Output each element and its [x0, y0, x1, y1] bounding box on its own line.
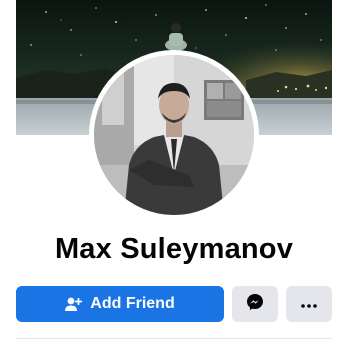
more-options-button[interactable] — [286, 286, 332, 322]
more-dots-icon — [301, 295, 317, 313]
profile-photo — [94, 55, 254, 215]
divider — [16, 338, 332, 339]
profile-header: Max Suleymanov Add Friend — [0, 0, 348, 348]
add-friend-button[interactable]: Add Friend — [16, 286, 224, 322]
avatar[interactable] — [94, 55, 254, 215]
add-friend-label: Add Friend — [90, 295, 175, 312]
messenger-icon — [246, 293, 264, 316]
messenger-button[interactable] — [232, 286, 278, 322]
profile-name: Max Suleymanov — [54, 233, 294, 265]
add-person-icon — [65, 297, 83, 312]
